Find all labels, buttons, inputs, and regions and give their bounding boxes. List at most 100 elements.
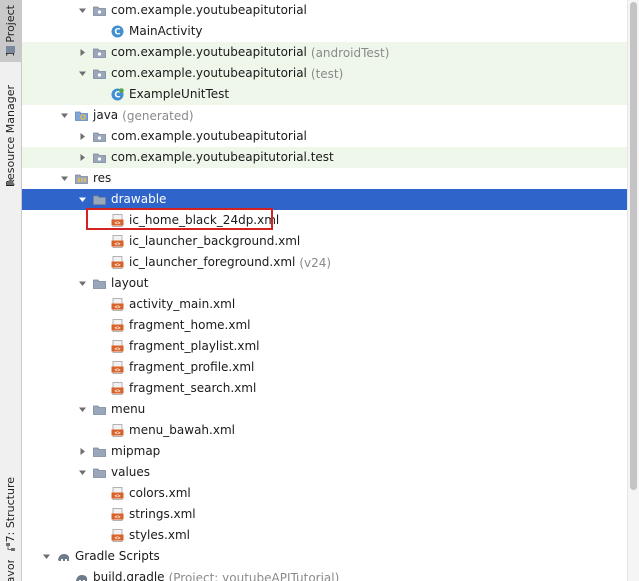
tree-row[interactable]: <> colors.xml bbox=[22, 483, 627, 504]
tree-row-label: fragment_search.xml bbox=[129, 381, 257, 395]
package-icon bbox=[93, 4, 106, 17]
tree-row-label: com.example.youtubeapitutorial bbox=[111, 3, 307, 17]
resource-manager-tab-label: Resource Manager bbox=[4, 84, 17, 188]
tree-row-label: Gradle Scripts bbox=[75, 549, 160, 563]
tree-row[interactable]: <> strings.xml bbox=[22, 504, 627, 525]
tree-row-label: strings.xml bbox=[129, 507, 196, 521]
tree-row[interactable]: com.example.youtubeapitutorial bbox=[22, 0, 627, 21]
svg-text:<>: <> bbox=[114, 430, 120, 436]
expand-arrow-down-icon[interactable] bbox=[60, 111, 69, 120]
tree-row[interactable]: <> fragment_profile.xml bbox=[22, 357, 627, 378]
tree-row-label: colors.xml bbox=[129, 486, 191, 500]
svg-text:<>: <> bbox=[114, 514, 120, 520]
gradle-icon bbox=[57, 550, 70, 563]
favorites-tab-label: 2: Favorites bbox=[4, 560, 17, 581]
tree-row[interactable]: <> ic_launcher_foreground.xml (v24) bbox=[22, 252, 627, 273]
tree-row-label: fragment_profile.xml bbox=[129, 360, 255, 374]
expand-arrow-down-icon[interactable] bbox=[78, 405, 87, 414]
tree-row[interactable]: com.example.youtubeapitutorial (androidTe… bbox=[22, 42, 627, 63]
tree-row-label: com.example.youtubeapitutorial bbox=[111, 45, 307, 59]
resource-folder-icon bbox=[75, 172, 88, 185]
expand-arrow-down-icon[interactable] bbox=[78, 279, 87, 288]
xml-file-icon: <> bbox=[111, 529, 124, 542]
vertical-scrollbar[interactable] bbox=[627, 0, 639, 581]
svg-text:C: C bbox=[114, 28, 120, 38]
tree-row-label: values bbox=[111, 465, 151, 479]
tree-row-label: layout bbox=[111, 276, 149, 290]
no-arrow-spacer bbox=[96, 237, 105, 246]
folder-icon bbox=[93, 445, 106, 458]
expand-arrow-down-icon[interactable] bbox=[42, 552, 51, 561]
tree-row[interactable]: <> activity_main.xml bbox=[22, 294, 627, 315]
structure-icon bbox=[5, 542, 16, 553]
project-folder-icon bbox=[5, 44, 16, 55]
scrollbar-thumb[interactable] bbox=[630, 2, 637, 490]
tree-row[interactable]: res bbox=[22, 168, 627, 189]
tree-row-qualifier: (androidTest) bbox=[310, 45, 390, 60]
package-icon bbox=[93, 130, 106, 143]
tree-row[interactable]: com.example.youtubeapitutorial (test) bbox=[22, 63, 627, 84]
tree-row[interactable]: Gradle Scripts bbox=[22, 546, 627, 567]
tree-row[interactable]: <> ic_launcher_background.xml bbox=[22, 231, 627, 252]
tree-row-label: build.gradle bbox=[93, 570, 165, 581]
no-arrow-spacer bbox=[96, 489, 105, 498]
tree-row[interactable]: <> menu_bawah.xml bbox=[22, 420, 627, 441]
expand-arrow-down-icon[interactable] bbox=[78, 195, 87, 204]
favorites-tool-tab[interactable]: 2: Favorites bbox=[0, 560, 21, 581]
svg-text:C: C bbox=[114, 91, 120, 101]
tree-row-label: menu_bawah.xml bbox=[129, 423, 235, 437]
tool-window-sidebar: 1: Project Resource Manager 7: Structure… bbox=[0, 0, 22, 581]
expand-arrow-down-icon[interactable] bbox=[78, 69, 87, 78]
xml-file-icon: <> bbox=[111, 298, 124, 311]
tree-row[interactable]: java (generated) bbox=[22, 105, 627, 126]
tree-row[interactable]: drawable bbox=[22, 189, 627, 210]
tree-row[interactable]: mipmap bbox=[22, 441, 627, 462]
tree-row-label: fragment_home.xml bbox=[129, 318, 251, 332]
tree-row-label: ic_launcher_background.xml bbox=[129, 234, 301, 248]
tree-row[interactable]: com.example.youtubeapitutorial bbox=[22, 126, 627, 147]
resource-manager-tool-tab[interactable]: Resource Manager bbox=[0, 80, 21, 192]
tree-row[interactable]: com.example.youtubeapitutorial.test bbox=[22, 147, 627, 168]
project-tree[interactable]: com.example.youtubeapitutorial C MainActiv… bbox=[22, 0, 627, 581]
test-class-icon: C bbox=[111, 88, 124, 101]
tree-row[interactable]: <> styles.xml bbox=[22, 525, 627, 546]
xml-file-icon: <> bbox=[111, 214, 124, 227]
tree-row-label: MainActivity bbox=[129, 24, 203, 38]
expand-arrow-down-icon[interactable] bbox=[78, 468, 87, 477]
tree-row-qualifier: (test) bbox=[310, 66, 344, 81]
tree-row[interactable]: C MainActivity bbox=[22, 21, 627, 42]
project-tool-tab[interactable]: 1: Project bbox=[0, 0, 21, 62]
package-icon bbox=[93, 67, 106, 80]
generated-folder-icon bbox=[75, 109, 88, 122]
tree-row[interactable]: build.gradle (Project: youtubeAPITutorial… bbox=[22, 567, 627, 581]
svg-text:<>: <> bbox=[114, 241, 120, 247]
tree-row[interactable]: menu bbox=[22, 399, 627, 420]
xml-file-icon: <> bbox=[111, 235, 124, 248]
tree-row[interactable]: <> ic_home_black_24dp.xml bbox=[22, 210, 627, 231]
collapse-arrow-right-icon[interactable] bbox=[78, 447, 87, 456]
tree-row-label: com.example.youtubeapitutorial bbox=[111, 66, 307, 80]
tree-row-label: drawable bbox=[111, 192, 167, 206]
tree-row[interactable]: layout bbox=[22, 273, 627, 294]
no-arrow-spacer bbox=[96, 384, 105, 393]
expand-arrow-down-icon[interactable] bbox=[78, 6, 87, 15]
structure-tool-tab[interactable]: 7: Structure bbox=[0, 462, 21, 558]
collapse-arrow-right-icon[interactable] bbox=[78, 153, 87, 162]
collapse-arrow-right-icon[interactable] bbox=[78, 48, 87, 57]
expand-arrow-down-icon[interactable] bbox=[60, 174, 69, 183]
tree-row-label: ic_launcher_foreground.xml bbox=[129, 255, 296, 269]
svg-text:<>: <> bbox=[114, 304, 120, 310]
svg-text:<>: <> bbox=[114, 262, 120, 268]
tree-row[interactable]: C ExampleUnitTest bbox=[22, 84, 627, 105]
package-icon bbox=[93, 151, 106, 164]
no-arrow-spacer bbox=[96, 27, 105, 36]
gradle-icon bbox=[75, 571, 88, 581]
xml-file-icon: <> bbox=[111, 508, 124, 521]
tree-row[interactable]: values bbox=[22, 462, 627, 483]
tree-row[interactable]: <> fragment_home.xml bbox=[22, 315, 627, 336]
tree-row[interactable]: <> fragment_playlist.xml bbox=[22, 336, 627, 357]
collapse-arrow-right-icon[interactable] bbox=[78, 132, 87, 141]
tree-row[interactable]: <> fragment_search.xml bbox=[22, 378, 627, 399]
no-arrow-spacer bbox=[96, 90, 105, 99]
package-icon bbox=[93, 46, 106, 59]
